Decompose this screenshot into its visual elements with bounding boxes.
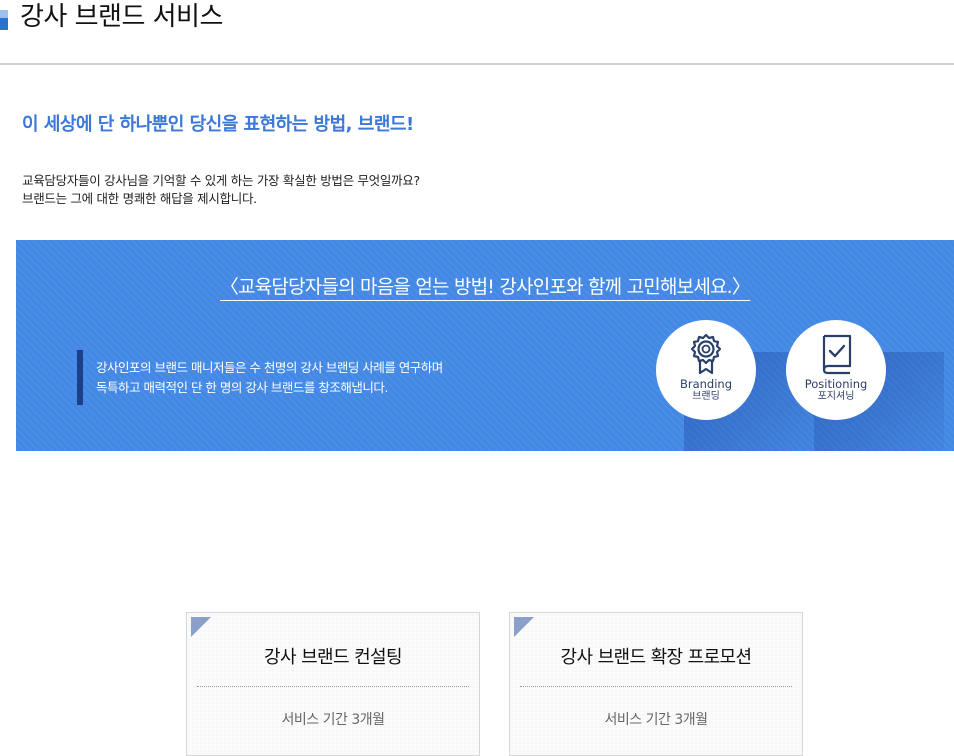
badge-label-en: Positioning	[804, 377, 868, 391]
card-title: 강사 브랜드 컨설팅	[264, 647, 403, 668]
intro-line: 브랜드는 그에 대한 명쾌한 해답을 제시합니다.	[22, 191, 257, 206]
title-marker-icon	[0, 10, 8, 30]
card-corner-icon	[191, 617, 211, 637]
badge-label-ko: 브랜딩	[692, 391, 720, 402]
card-divider	[520, 686, 792, 687]
banner-heading: 〈교육담당자들의 마음을 얻는 방법! 강사인포와 함께 고민해보세요.〉	[16, 272, 954, 301]
banner-heading-text: 〈교육담당자들의 마음을 얻는 방법! 강사인포와 함께 고민해보세요.〉	[219, 276, 751, 301]
badge-label-en: Branding	[679, 377, 733, 391]
card-period: 서비스 기간 3개월	[604, 712, 708, 728]
banner-line: 강사인포의 브랜드 매니저들은 수 천명의 강사 브랜딩 사례를 연구하며	[96, 360, 443, 375]
intro-text: 교육담당자들이 강사님을 기억할 수 있게 하는 가장 확실한 방법은 무엇일까…	[22, 172, 420, 208]
service-card-consulting[interactable]: 강사 브랜드 컨설팅 서비스 기간 3개월	[186, 612, 480, 756]
card-divider	[197, 686, 469, 687]
branding-badge: Branding 브랜딩	[656, 320, 756, 420]
quote-bar	[77, 350, 83, 405]
checklist-book-icon	[822, 334, 852, 375]
badge-label-ko: 포지셔닝	[817, 391, 855, 402]
award-medal-icon	[690, 333, 722, 375]
card-corner-icon	[514, 617, 534, 637]
banner-line: 독특하고 매력적인 단 한 명의 강사 브랜드를 창조해냅니다.	[96, 380, 388, 395]
service-card-promotion[interactable]: 강사 브랜드 확장 프로모션 서비스 기간 3개월	[509, 612, 803, 756]
promo-banner: 〈교육담당자들의 마음을 얻는 방법! 강사인포와 함께 고민해보세요.〉 강사…	[16, 240, 954, 451]
banner-text: 강사인포의 브랜드 매니저들은 수 천명의 강사 브랜딩 사례를 연구하며 독특…	[96, 358, 443, 398]
page-title: 강사 브랜드 서비스	[20, 2, 223, 32]
card-period: 서비스 기간 3개월	[281, 712, 385, 728]
intro-line: 교육담당자들이 강사님을 기억할 수 있게 하는 가장 확실한 방법은 무엇일까…	[22, 173, 420, 188]
card-title: 강사 브랜드 확장 프로모션	[560, 647, 753, 668]
intro-headline: 이 세상에 단 하나뿐인 당신을 표현하는 방법, 브랜드!	[22, 114, 414, 135]
positioning-badge: Positioning 포지셔닝	[786, 320, 886, 420]
title-divider	[0, 63, 954, 65]
